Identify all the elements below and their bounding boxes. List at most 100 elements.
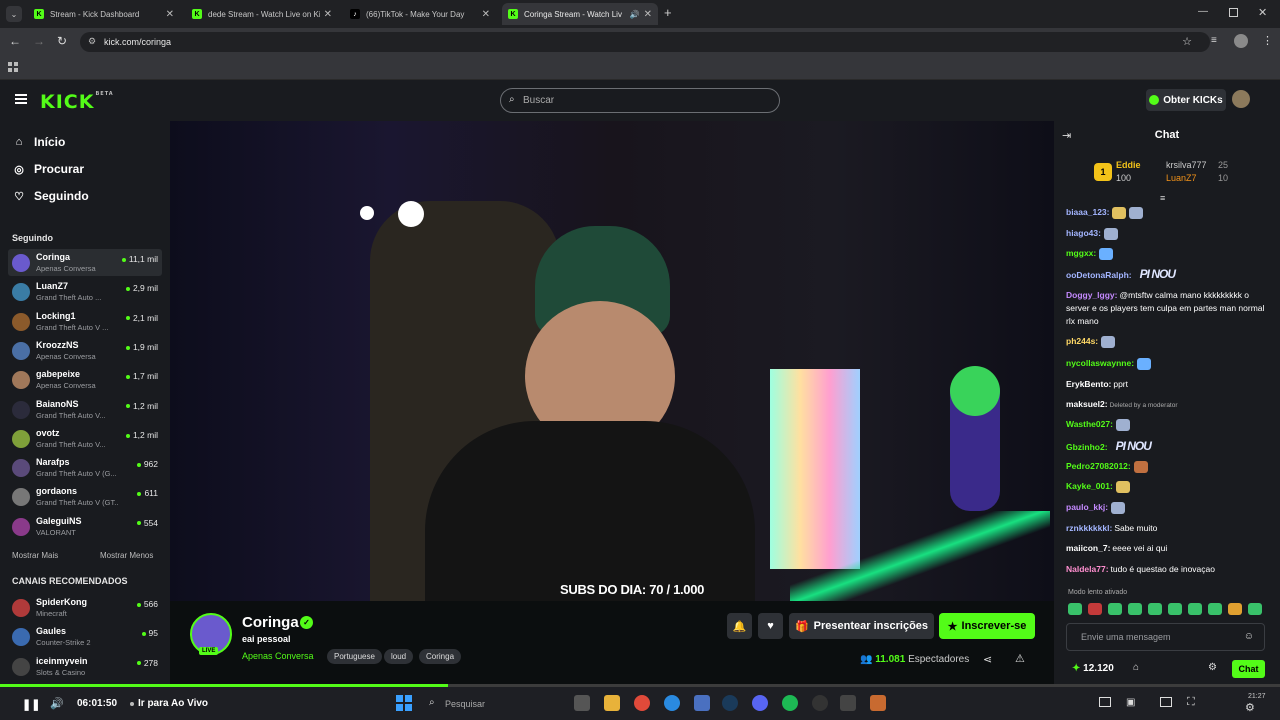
tag[interactable]: Coringa <box>419 649 462 664</box>
app-icon[interactable] <box>840 695 856 711</box>
edge-icon[interactable] <box>664 695 680 711</box>
hamburger-menu-icon[interactable] <box>15 94 27 104</box>
video-player[interactable]: SUBS DO DIA: 70 / 1.000 <box>170 121 1054 601</box>
browser-tab[interactable]: K Stream - Kick Dashboard ✕ <box>28 3 180 25</box>
report-icon[interactable]: ⚠ <box>1015 652 1025 665</box>
emote-icon[interactable] <box>1188 603 1202 615</box>
discord-icon[interactable] <box>752 695 768 711</box>
speaker-icon[interactable]: 🔊 <box>630 10 640 19</box>
chat-username[interactable]: Wasthe027: <box>1066 419 1113 429</box>
sidebar-channel[interactable]: gabepeixe Apenas Conversa 1,7 mil <box>8 366 162 393</box>
emote-icon[interactable] <box>1228 603 1242 615</box>
gift-box-icon[interactable]: ⌂ <box>1133 662 1139 673</box>
sidebar-channel[interactable]: Narafps Grand Theft Auto V (G... 962 <box>8 454 162 481</box>
chat-username[interactable]: biaaa_123: <box>1066 207 1109 217</box>
volume-icon[interactable]: 🔊 <box>50 697 64 710</box>
share-icon[interactable]: ⋖ <box>983 653 992 666</box>
obs-icon[interactable] <box>812 695 828 711</box>
close-icon[interactable]: ✕ <box>482 9 490 20</box>
reload-icon[interactable]: ↻ <box>57 34 67 48</box>
nav-home[interactable]: ⌂ Início <box>12 135 66 149</box>
clip-icon[interactable]: ▣ <box>1126 697 1135 708</box>
gift-subs-button[interactable]: 🎁 Presentear inscrições <box>789 613 934 639</box>
chrome-icon[interactable] <box>634 695 650 711</box>
user-avatar[interactable] <box>1232 90 1250 108</box>
emote-icon[interactable] <box>1068 603 1082 615</box>
sidebar-channel[interactable]: KroozzNS Apenas Conversa 1,9 mil <box>8 337 162 364</box>
browser-tab[interactable]: ♪ (66)TikTok - Make Your Day ✕ <box>344 3 496 25</box>
chat-username[interactable]: maiicon_7: <box>1066 543 1110 553</box>
tag[interactable]: Portuguese <box>327 649 382 664</box>
close-window-button[interactable]: ✕ <box>1258 6 1267 19</box>
chat-username[interactable]: Kayke_001: <box>1066 481 1113 491</box>
follow-button[interactable]: ♥ <box>758 613 783 639</box>
chat-username[interactable]: rznkkkkkkl: <box>1066 523 1112 533</box>
chat-message-input[interactable]: Envie uma mensagem ☺ <box>1066 623 1265 651</box>
maximize-button[interactable] <box>1229 8 1238 17</box>
chat-username[interactable]: nycollaswaynne: <box>1066 358 1134 368</box>
playback-progress-bar[interactable] <box>0 684 1280 687</box>
go-live-button[interactable]: Ir para Ao Vivo <box>138 698 208 709</box>
emote-icon[interactable] <box>1088 603 1102 615</box>
minimize-button[interactable]: — <box>1198 6 1208 17</box>
sidebar-channel[interactable]: Locking1 Grand Theft Auto V ... 2,1 mil <box>8 308 162 335</box>
chat-username[interactable]: paulo_kkj: <box>1066 502 1108 512</box>
spotify-icon[interactable] <box>782 695 798 711</box>
chat-username[interactable]: Doggy_lggy: <box>1066 290 1117 300</box>
chat-username[interactable]: hiago43: <box>1066 228 1101 238</box>
back-icon[interactable]: ← <box>9 34 21 48</box>
kick-logo[interactable]: KICKBETA <box>40 91 114 113</box>
site-info-icon[interactable]: ⚙ <box>88 36 96 47</box>
sidebar-channel[interactable]: gordaons Grand Theft Auto V (GT... 611 <box>8 483 162 510</box>
stream-category[interactable]: Apenas Conversa <box>242 651 314 661</box>
chat-username[interactable]: Naldela77: <box>1066 564 1109 574</box>
sidebar-channel[interactable]: iceinmyvein Slots & Casino 278 <box>8 653 162 680</box>
sidebar-channel[interactable]: LuanZ7 Grand Theft Auto ... 2,9 mil <box>8 278 162 305</box>
close-icon[interactable]: ✕ <box>644 9 652 20</box>
pinned-expand-icon[interactable]: ≡ <box>1160 193 1165 203</box>
notifications-button[interactable]: 🔔 <box>727 613 752 639</box>
chat-settings-icon[interactable]: ⚙ <box>1208 662 1217 673</box>
streamer-name[interactable]: Coringa <box>242 614 299 631</box>
windows-start-icon[interactable] <box>396 695 412 711</box>
file-explorer-icon[interactable] <box>604 695 620 711</box>
bookmark-star-icon[interactable]: ☆ <box>1182 35 1192 48</box>
sidebar-channel[interactable]: ovotz Grand Theft Auto V... 1,2 mil <box>8 425 162 452</box>
sidebar-channel[interactable]: SpiderKong Minecraft 566 <box>8 594 162 621</box>
nav-following[interactable]: ♡ Seguindo <box>12 189 89 203</box>
menu-kebab-icon[interactable]: ⋮ <box>1262 34 1273 47</box>
new-tab-button[interactable]: + <box>664 5 672 20</box>
reading-list-icon[interactable]: ≡ <box>1211 35 1217 46</box>
emote-icon[interactable] <box>1128 603 1142 615</box>
forward-icon[interactable]: → <box>33 34 45 48</box>
chat-username[interactable]: maksuel2: <box>1066 399 1108 409</box>
emote-icon[interactable] <box>1248 603 1262 615</box>
settings-gear-icon[interactable]: ⚙ <box>1245 701 1255 714</box>
taskbar-search[interactable]: ⌕ Pesquisar <box>425 695 540 713</box>
app-icon[interactable] <box>694 695 710 711</box>
tab-list-dropdown[interactable]: ⌄ <box>6 6 22 22</box>
emote-icon[interactable] <box>1108 603 1122 615</box>
close-icon[interactable]: ✕ <box>324 9 332 20</box>
subscribe-button[interactable]: ★ Inscrever-se <box>939 613 1035 639</box>
show-less-link[interactable]: Mostrar Menos <box>100 551 153 560</box>
sidebar-channel[interactable]: GaleguiNS VALORANT 554 <box>8 513 162 540</box>
emoji-icon[interactable]: ☺ <box>1244 631 1254 642</box>
chat-username[interactable]: ph244s: <box>1066 336 1098 346</box>
task-view-icon[interactable] <box>574 695 590 711</box>
apps-grid-icon[interactable] <box>8 62 18 72</box>
fullscreen-icon[interactable]: ⛶ <box>1187 696 1195 709</box>
emote-icon[interactable] <box>1168 603 1182 615</box>
chat-username[interactable]: mggxx: <box>1066 248 1096 258</box>
close-icon[interactable]: ✕ <box>166 9 174 20</box>
nav-browse[interactable]: ◎ Procurar <box>12 162 84 176</box>
tag[interactable]: loud <box>384 649 414 664</box>
sidebar-channel[interactable]: BaianoNS Grand Theft Auto V... 1,2 mil <box>8 396 162 423</box>
emote-icon[interactable] <box>1148 603 1162 615</box>
profile-icon[interactable] <box>1234 34 1248 48</box>
sidebar-channel[interactable]: Coringa Apenas Conversa 11,1 mil <box>8 249 162 276</box>
steam-icon[interactable] <box>722 695 738 711</box>
show-more-link[interactable]: Mostrar Mais <box>12 551 58 560</box>
chat-username[interactable]: Pedro27082012: <box>1066 461 1131 471</box>
channel-points[interactable]: ✦ 12.120 <box>1072 663 1114 674</box>
